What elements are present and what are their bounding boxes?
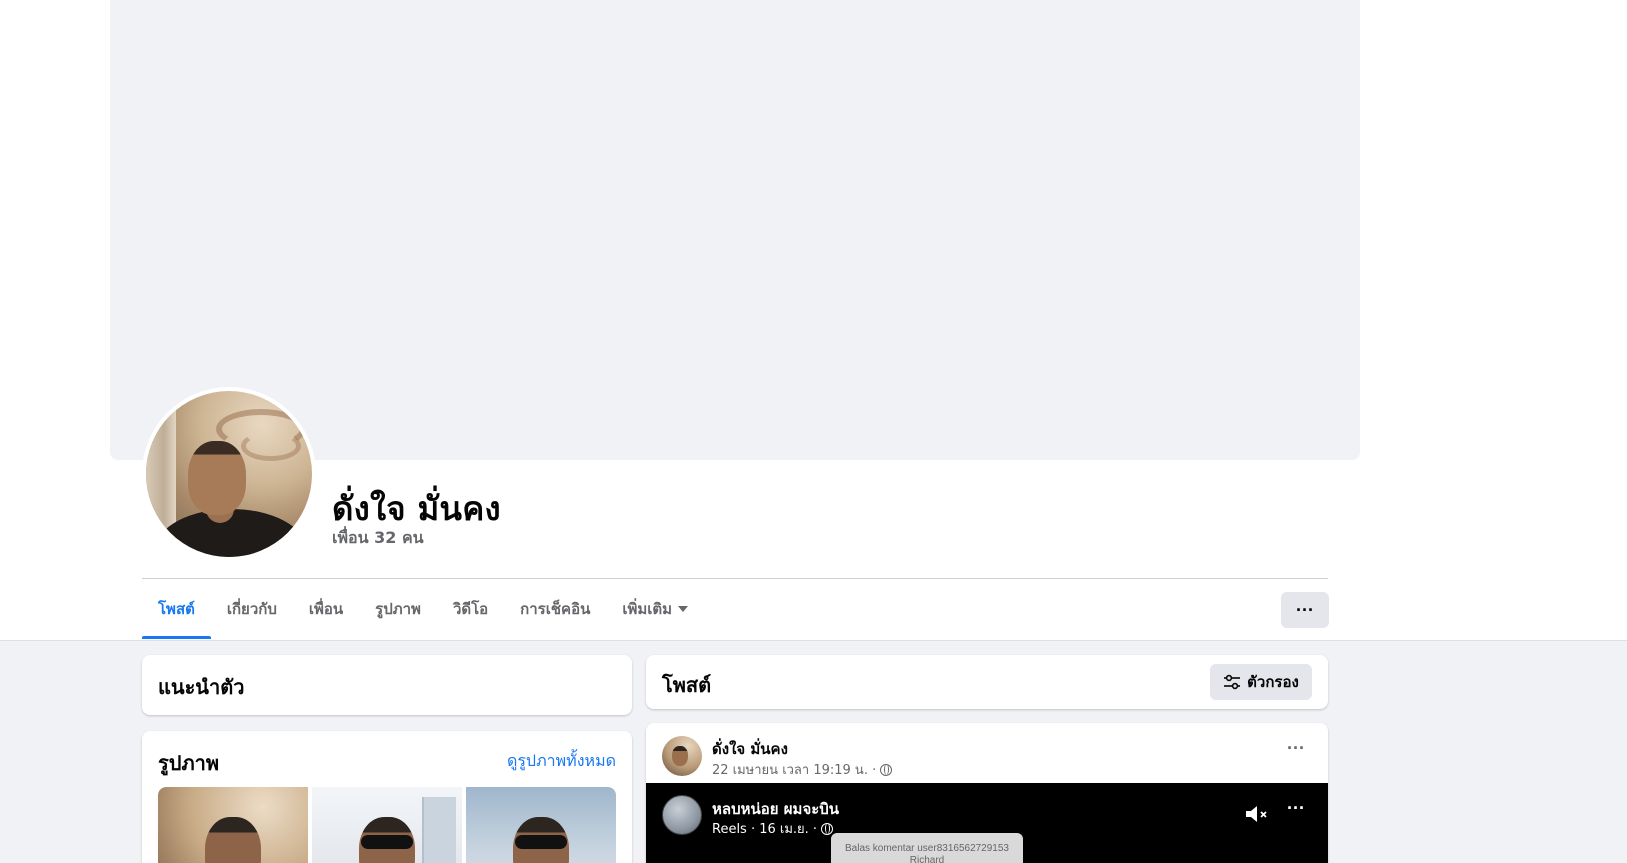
photos-card: รูปภาพ ดูรูปภาพทั้งหมด <box>142 731 632 863</box>
tab-photos[interactable]: รูปภาพ <box>359 579 437 639</box>
reel-comment-bubble: Balas komentar user8316562729153 Richard <box>831 833 1023 863</box>
profile-page: ดั่งใจ มั่นคง เพื่อน 32 คน โพสต์ เกี่ยวก… <box>0 0 1627 863</box>
globe-icon <box>880 763 893 776</box>
reel-meta: Reels · 16 เม.ย. · <box>712 818 834 839</box>
profile-more-button[interactable]: ··· <box>1281 592 1329 628</box>
profile-header: ดั่งใจ มั่นคง เพื่อน 32 คน โพสต์ เกี่ยวก… <box>0 0 1627 640</box>
see-all-photos-link[interactable]: ดูรูปภาพทั้งหมด <box>507 749 616 774</box>
filter-label: ตัวกรอง <box>1247 673 1299 691</box>
reel-timestamp[interactable]: Reels · 16 เม.ย. · <box>712 818 817 839</box>
tab-label: การเช็คอิน <box>520 600 591 618</box>
reel-author-avatar[interactable] <box>662 795 702 835</box>
reel-more-button[interactable]: ··· <box>1282 799 1310 821</box>
cover-photo[interactable] <box>110 0 1360 460</box>
tab-label: เพิ่มเติม <box>622 600 673 618</box>
profile-picture-image <box>146 391 312 557</box>
photo-grid <box>158 787 616 863</box>
globe-icon <box>821 822 834 835</box>
tab-videos[interactable]: วิดีโอ <box>437 579 504 639</box>
profile-tabs: โพสต์ เกี่ยวกับ เพื่อน รูปภาพ วิดีโอ การ… <box>142 579 704 639</box>
mute-icon[interactable] <box>1244 803 1270 825</box>
friends-count[interactable]: เพื่อน 32 คน <box>332 526 424 551</box>
photo-thumbnail[interactable] <box>158 787 308 863</box>
tab-checkins[interactable]: การเช็คอิน <box>504 579 606 639</box>
tab-label: เกี่ยวกับ <box>226 600 277 618</box>
post-meta: 22 เมษายน เวลา 19:19 น. · <box>712 759 893 780</box>
photos-title: รูปภาพ <box>158 751 220 775</box>
posts-header-card: โพสต์ ตัวกรอง <box>646 655 1328 709</box>
shared-reel[interactable]: หลบหน่อย ผมจะบิน Reels · 16 เม.ย. · ··· … <box>646 783 1328 863</box>
posts-title: โพสต์ <box>662 673 712 697</box>
intro-title: แนะนำตัว <box>158 675 245 699</box>
tab-label: รูปภาพ <box>375 600 421 618</box>
tab-about[interactable]: เกี่ยวกับ <box>211 579 293 639</box>
tab-label: โพสต์ <box>158 600 195 618</box>
tab-label: เพื่อน <box>308 600 344 618</box>
profile-picture[interactable] <box>142 387 316 561</box>
tab-more[interactable]: เพิ่มเติม <box>606 579 704 639</box>
filter-button[interactable]: ตัวกรอง <box>1210 664 1312 700</box>
photo-thumbnail[interactable] <box>466 787 616 863</box>
photo-thumbnail[interactable] <box>312 787 462 863</box>
post-card: ดั่งใจ มั่นคง 22 เมษายน เวลา 19:19 น. · … <box>646 723 1328 863</box>
caret-down-icon <box>678 606 689 612</box>
post-more-button[interactable]: ··· <box>1282 739 1310 761</box>
post-timestamp[interactable]: 22 เมษายน เวลา 19:19 น. · <box>712 759 876 780</box>
post-author-name[interactable]: ดั่งใจ มั่นคง <box>712 737 788 761</box>
intro-card: แนะนำตัว <box>142 655 632 715</box>
tab-label: วิดีโอ <box>452 600 489 618</box>
tab-friends[interactable]: เพื่อน <box>293 579 359 639</box>
filter-icon <box>1224 674 1241 690</box>
tab-posts[interactable]: โพสต์ <box>142 579 211 639</box>
post-author-avatar[interactable] <box>662 736 702 776</box>
